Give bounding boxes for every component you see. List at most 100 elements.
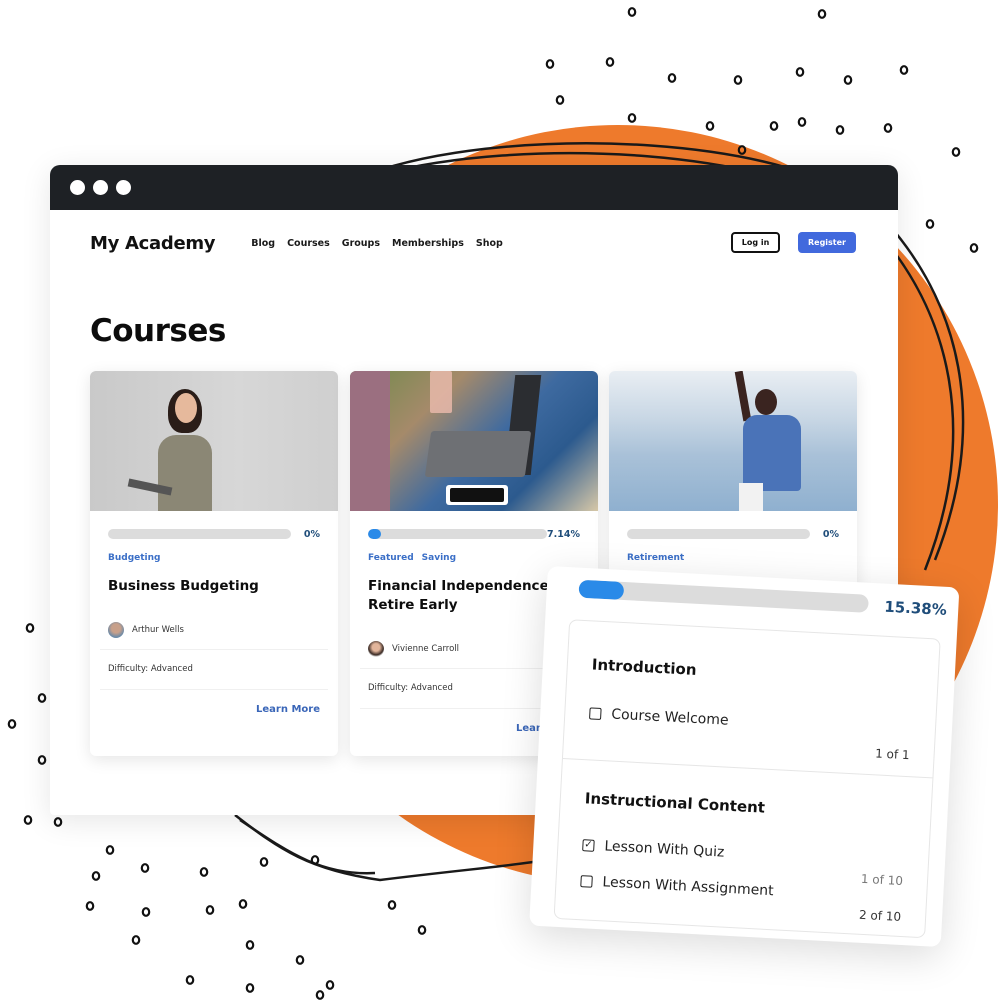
decorative-dot <box>185 975 195 985</box>
section-title-introduction[interactable]: Introduction <box>591 655 697 678</box>
window-minimize-dot[interactable] <box>93 180 108 195</box>
progress-bar <box>627 529 810 539</box>
course-card[interactable]: 0% Budgeting Business Budgeting Arthur W… <box>90 371 338 756</box>
lesson-label: Course Welcome <box>610 706 729 729</box>
tag-retirement[interactable]: Retirement <box>627 553 684 563</box>
decorative-dot <box>325 980 335 990</box>
tag-saving[interactable]: Saving <box>422 553 456 563</box>
decorative-dot <box>797 117 807 127</box>
decorative-dot <box>105 845 115 855</box>
decorative-dot <box>37 755 47 765</box>
checked-box-icon[interactable]: ✓ <box>582 839 595 852</box>
nav-memberships[interactable]: Memberships <box>392 238 464 249</box>
progress-bar <box>368 529 548 539</box>
progress-bar <box>108 529 291 539</box>
decorative-dot <box>141 907 151 917</box>
course-author: Vivienne Carroll <box>368 641 459 657</box>
lesson-count: 1 of 10 <box>860 871 904 889</box>
course-title[interactable]: Business Budgeting <box>108 577 324 596</box>
lesson-count: 1 of 1 <box>874 746 910 763</box>
decorative-dot <box>883 123 893 133</box>
decorative-dot <box>140 863 150 873</box>
curriculum-progress-percent: 15.38% <box>883 597 948 619</box>
decorative-dot <box>555 95 565 105</box>
decorative-dot <box>37 693 47 703</box>
decorative-dot <box>53 817 63 827</box>
main-nav: Blog Courses Groups Memberships Shop <box>251 238 503 249</box>
decorative-dot <box>705 121 715 131</box>
decorative-dot <box>737 145 747 155</box>
lesson-count: 2 of 10 <box>858 907 902 924</box>
course-tags: Budgeting <box>108 553 161 563</box>
decorative-dot <box>733 75 743 85</box>
lesson-item[interactable]: Course Welcome <box>589 705 729 729</box>
progress-percent: 7.14% <box>547 528 580 540</box>
decorative-dot <box>85 901 95 911</box>
decorative-dot <box>295 955 305 965</box>
decorative-dot <box>667 73 677 83</box>
course-image-laptop-typing[interactable] <box>350 371 598 511</box>
nav-shop[interactable]: Shop <box>476 238 503 249</box>
decorative-dot <box>627 7 637 17</box>
nav-groups[interactable]: Groups <box>342 238 380 249</box>
course-progress: 7.14% <box>368 528 580 540</box>
lesson-label: Lesson With Quiz <box>603 838 725 861</box>
browser-titlebar <box>50 165 898 210</box>
lesson-label: Lesson With Assignment <box>602 874 775 900</box>
unchecked-box-icon[interactable] <box>589 707 602 720</box>
decorative-dot <box>23 815 33 825</box>
course-image-woman-by-sea[interactable] <box>609 371 857 511</box>
progress-percent: 0% <box>303 528 320 540</box>
course-curriculum-panel: 15.38% Introduction Course Welcome 1 of … <box>529 566 960 948</box>
decorative-dot <box>387 900 397 910</box>
decorative-dot <box>245 983 255 993</box>
window-close-dot[interactable] <box>70 180 85 195</box>
decorative-dot <box>951 147 961 157</box>
decorative-dot <box>899 65 909 75</box>
tag-featured[interactable]: Featured <box>368 553 414 563</box>
section-divider <box>562 758 933 779</box>
register-button[interactable]: Register <box>798 232 856 253</box>
decorative-dot <box>817 9 827 19</box>
decorative-dot <box>25 623 35 633</box>
author-name[interactable]: Arthur Wells <box>132 625 184 635</box>
decorative-dot <box>131 935 141 945</box>
divider <box>100 649 328 650</box>
author-name[interactable]: Vivienne Carroll <box>392 644 459 654</box>
unchecked-box-icon[interactable] <box>580 875 593 888</box>
decorative-dot <box>259 857 269 867</box>
site-logo[interactable]: My Academy <box>90 233 216 254</box>
course-tags: Retirement <box>627 553 684 563</box>
site-header: My Academy Blog Courses Groups Membershi… <box>50 210 898 276</box>
login-button[interactable]: Log in <box>731 232 780 253</box>
nav-courses[interactable]: Courses <box>287 238 330 249</box>
decorative-dot <box>238 899 248 909</box>
decorative-dot <box>969 243 979 253</box>
decorative-dot <box>545 59 555 69</box>
curriculum-sections: Introduction Course Welcome 1 of 1 Instr… <box>553 619 941 939</box>
lesson-item[interactable]: Lesson With Assignment <box>580 873 774 899</box>
decorative-dot <box>417 925 427 935</box>
curriculum-progress-bar <box>578 579 869 613</box>
lesson-item[interactable]: ✓ Lesson With Quiz <box>582 837 725 861</box>
tag-budgeting[interactable]: Budgeting <box>108 553 161 563</box>
course-difficulty: Difficulty: Advanced <box>368 683 453 693</box>
course-difficulty: Difficulty: Advanced <box>108 664 193 674</box>
divider <box>100 689 328 690</box>
course-image-woman-with-tablet[interactable] <box>90 371 338 511</box>
nav-blog[interactable]: Blog <box>251 238 275 249</box>
progress-percent: 0% <box>822 528 839 540</box>
window-maximize-dot[interactable] <box>116 180 131 195</box>
decorative-dot <box>835 125 845 135</box>
decorative-dot <box>843 75 853 85</box>
decorative-dot <box>310 855 320 865</box>
decorative-dot <box>627 113 637 123</box>
decorative-dot <box>91 871 101 881</box>
decorative-dot <box>7 719 17 729</box>
course-progress: 0% <box>627 528 839 540</box>
avatar <box>108 622 124 638</box>
learn-more-link[interactable]: Learn More <box>256 704 320 715</box>
avatar <box>368 641 384 657</box>
section-title-instructional-content[interactable]: Instructional Content <box>584 789 765 816</box>
course-tags: Featured Saving <box>368 553 456 563</box>
